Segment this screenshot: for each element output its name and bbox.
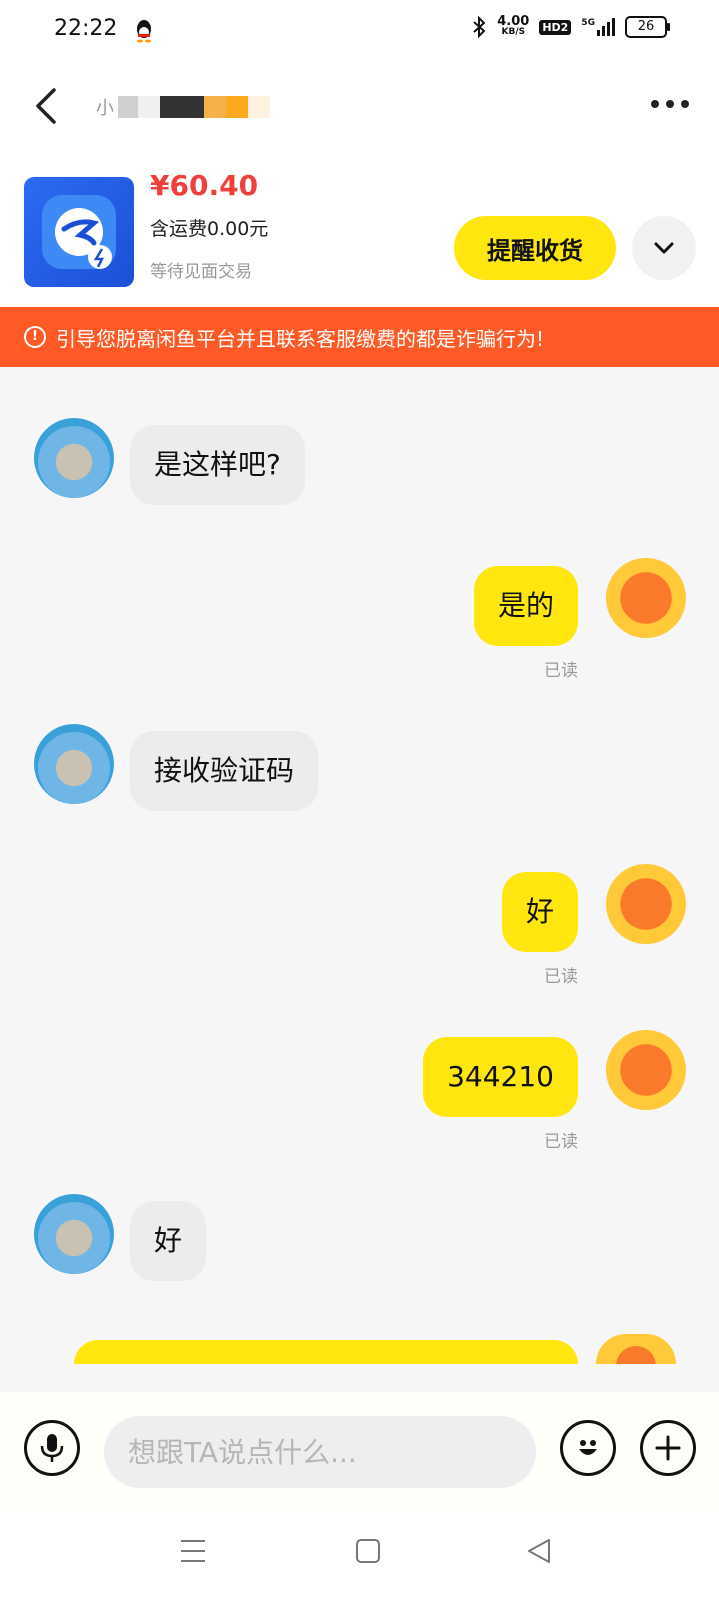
chevron-down-icon	[654, 242, 674, 254]
input-bar	[0, 1392, 719, 1512]
redacted-block	[160, 96, 204, 118]
seller-avatar[interactable]	[34, 724, 114, 804]
redacted-block	[138, 96, 160, 118]
menu-icon[interactable]	[180, 1538, 206, 1564]
redacted-block	[118, 96, 138, 118]
remind-receipt-button[interactable]: 提醒收货	[454, 216, 616, 280]
system-nav-bar	[0, 1512, 719, 1600]
shipping-fee: 含运费0.00元	[150, 218, 269, 240]
expand-button[interactable]	[632, 216, 696, 280]
message-bubble-partial[interactable]	[74, 1340, 578, 1364]
read-status: 已读	[544, 967, 578, 987]
network-speed: 4.00 KB/S	[497, 15, 529, 38]
my-avatar[interactable]	[606, 558, 686, 638]
emoji-icon	[579, 1440, 597, 1455]
back-arrow-icon[interactable]	[30, 86, 64, 126]
contact-name: 小	[96, 90, 270, 124]
voice-button[interactable]	[24, 1420, 80, 1476]
battery-icon: 26	[625, 16, 670, 38]
home-icon[interactable]	[355, 1538, 381, 1564]
message-bubble[interactable]: 好	[501, 872, 578, 952]
read-status: 已读	[544, 661, 578, 681]
hd-voice-badge: HD2	[539, 19, 572, 35]
contact-name-text: 小	[96, 98, 114, 119]
my-avatar[interactable]	[606, 1030, 686, 1110]
message-bubble[interactable]: 344210	[423, 1037, 578, 1117]
back-triangle-icon[interactable]	[526, 1538, 552, 1564]
plus-button[interactable]	[640, 1420, 696, 1476]
read-status: 已读	[544, 1132, 578, 1152]
message-bubble[interactable]: 是的	[473, 566, 578, 646]
bird-app-icon	[42, 195, 116, 269]
qq-notification-icon	[137, 20, 151, 43]
my-avatar-partial	[596, 1334, 676, 1364]
signal-5g-icon: 5G	[581, 18, 615, 36]
network-type-label: 5G	[581, 18, 595, 28]
product-price: ¥60.40	[150, 169, 259, 202]
microphone-icon	[40, 1434, 64, 1462]
redacted-block	[226, 96, 248, 118]
message-bubble[interactable]: 接收验证码	[130, 731, 319, 811]
status-bar: 22:22 4.00 KB/S HD2 5G 26	[0, 0, 719, 64]
product-thumbnail[interactable]	[24, 177, 134, 287]
network-speed-unit: KB/S	[501, 27, 526, 37]
fraud-warning-text: 引导您脱离闲鱼平台并且联系客服缴费的都是诈骗行为!	[56, 326, 545, 351]
plus-icon	[655, 1435, 681, 1461]
bluetooth-icon	[473, 16, 486, 38]
redacted-block	[204, 96, 226, 118]
more-options-icon[interactable]	[651, 100, 689, 108]
seller-avatar[interactable]	[34, 1194, 114, 1274]
seller-avatar[interactable]	[34, 418, 114, 498]
chat-header: 小 ¥60.40 含运费0.00元 等待见面交易 提醒收货	[0, 64, 719, 307]
status-indicators: 4.00 KB/S HD2 5G 26	[471, 15, 670, 38]
warning-icon: !	[24, 326, 46, 348]
fraud-warning-banner: ! 引导您脱离闲鱼平台并且联系客服缴费的都是诈骗行为!	[0, 307, 719, 367]
emoji-button[interactable]	[560, 1420, 616, 1476]
message-input[interactable]	[104, 1416, 536, 1488]
message-bubble[interactable]: 是这样吧?	[130, 425, 305, 505]
message-bubble[interactable]: 好	[130, 1201, 207, 1281]
redacted-block	[248, 96, 270, 118]
trade-status: 等待见面交易	[150, 262, 252, 282]
status-time: 22:22	[54, 16, 118, 41]
my-avatar[interactable]	[606, 864, 686, 944]
